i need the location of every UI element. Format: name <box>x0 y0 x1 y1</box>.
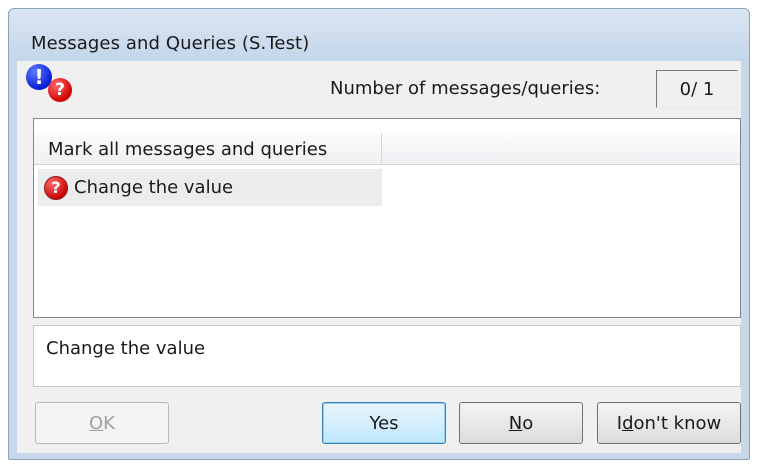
window-title: Messages and Queries (S.Test) <box>31 33 310 54</box>
ok-button[interactable]: OK <box>35 402 169 444</box>
list-item-label: Change the value <box>74 177 234 198</box>
list-header: Mark all messages and queries <box>34 133 740 165</box>
no-button[interactable]: No <box>459 402 583 444</box>
message-detail-text: Change the value <box>33 325 741 387</box>
list-item[interactable]: ? Change the value <box>38 169 382 206</box>
title-bar[interactable]: Messages and Queries (S.Test) <box>9 9 749 61</box>
messages-list[interactable]: Mark all messages and queries ? Change t… <box>33 118 741 318</box>
mark-all-column-header[interactable]: Mark all messages and queries <box>36 133 382 165</box>
counter-label: Number of messages/queries: <box>330 78 601 99</box>
counter-value: 0/ 1 <box>656 70 738 108</box>
yes-button[interactable]: Yes <box>322 402 446 444</box>
question-icon: ? <box>44 175 68 200</box>
dont-know-button[interactable]: I d on't know <box>597 402 741 444</box>
question-icon: ? <box>48 78 72 102</box>
